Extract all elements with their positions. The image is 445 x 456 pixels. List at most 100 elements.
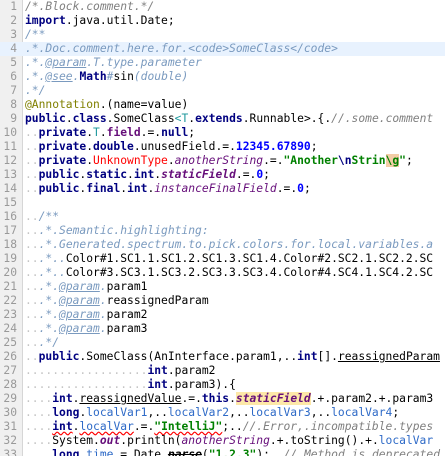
code-token: . [242,112,250,125]
code-text: public.class.SomeClass<T.extends.Runnabl… [25,112,433,126]
code-token: Runnable [249,112,304,125]
code-token: int [297,350,318,363]
code-token: ).{ [215,378,236,391]
code-line[interactable]: 33 ....long.time.=.Date.parse("1.2.3");..… [0,448,445,456]
code-token: public [25,112,66,125]
code-line[interactable]: 23 ...*.@param.param2 [0,308,445,322]
code-token: .................. [25,378,148,391]
code-line[interactable]: 9 public.class.SomeClass<T.extends.Runnab… [0,112,445,126]
code-line[interactable]: 27 ..................int.param2 [0,364,445,378]
line-number: 23 [3,308,17,321]
code-line[interactable]: 19 ...*..Color#1.SC1.1.SC1.2.SC1.3.SC1.4.… [0,252,445,266]
line-number: 12 [3,154,17,167]
code-token: .type.parameter [99,56,202,69]
code-line[interactable]: 24 ...*.@param.param3 [0,322,445,336]
code-token: public [38,350,80,363]
code-token: .*. [25,70,46,83]
code-line[interactable]: 25 ...*/ [0,336,445,350]
code-token: @Annotation [25,98,100,111]
code-token: ; [392,406,400,419]
code-token: anotherString [181,434,270,447]
code-line[interactable]: 13 ..public.static.int.staticField.=.0; [0,168,445,182]
code-token: ,.. [229,406,250,419]
code-line[interactable]: 10 ..private.T.field.=.null; [0,126,445,140]
code-token: []. [317,350,338,363]
code-token: field [106,126,141,139]
line-number: 19 [3,252,17,265]
code-text: ...*.@param.reassignedParam [25,294,209,308]
code-text: ..private.T.field.=.null; [25,126,195,140]
code-token: double [93,140,134,153]
code-text: ...*/ [25,336,59,350]
code-token: int [133,168,155,181]
line-number: 24 [3,322,17,335]
code-line[interactable]: 15 [0,196,445,210]
code-token: static [86,168,128,181]
code-token: param3 [174,378,216,391]
code-token: Color#3.SC3.1.SC3.2.SC3.3.SC3.4.Color#4.… [65,266,434,279]
code-token: .*.Doc.comment.here.for. [25,42,189,55]
code-token: . [167,364,175,377]
code-line[interactable]: 20 ...*..Color#3.SC3.1.SC3.2.SC3.3.SC3.4.… [0,266,445,280]
code-line[interactable]: 29 ....int.reassignedValue.=.this.staticF… [0,392,445,406]
code-token: UnknownType [93,154,168,167]
code-token: .. [25,182,39,195]
code-line[interactable]: 12 ..private.UnknownType.anotherString.=.… [0,154,445,168]
code-token: localVar2 [167,406,230,419]
code-line[interactable]: 21 ...*.@param.param1 [0,280,445,294]
code-text: ..public.final.int.instanceFinalField.=.… [25,182,311,196]
code-text: ..private.UnknownType.anotherString.=."A… [25,154,413,168]
code-text: /*.Block.comment.*/ [25,0,154,14]
code-token: int [147,378,168,391]
code-line[interactable]: 18 ...*.Generated.spectrum.to.pick.colors… [0,238,445,252]
code-line[interactable]: 7 .*/ [0,84,445,98]
code-token: class [72,112,107,125]
code-token: ; [188,126,196,139]
code-line[interactable]: 1 /*.Block.comment.*/ [0,0,445,14]
code-line[interactable]: 28 ..................int.param3).{ [0,378,445,392]
code-text: ..................int.param2 [25,364,215,378]
code-token: AnInterface [154,350,230,363]
code-line[interactable]: 6 .*.@see.Math#sin(double) [0,70,445,84]
code-editor[interactable]: 1/*.Block.comment.*/2 import.java.util.Da… [0,0,445,456]
code-token: Date [133,448,162,456]
code-line[interactable]: 31 ....int.localVar.=."IntelliJ";..//.Err… [0,420,445,434]
code-token: . [86,154,94,167]
code-token: localVar [79,420,134,433]
code-line[interactable]: 4 .*.Doc.comment.here.for.<code>SomeClass… [0,42,445,56]
code-token: int [52,392,73,405]
code-token: .*. [38,322,60,335]
code-token: //.some.comment [331,112,434,125]
code-text: ....int.reassignedValue.=.this.staticFie… [25,392,433,406]
code-token: .*.Generated.spectrum.to.pick.colors.for… [38,238,434,251]
code-line[interactable]: 32 ....System.out.println(anotherString.+… [0,434,445,448]
line-number: 27 [3,364,17,377]
code-token: .=. [215,140,236,153]
code-line[interactable]: 14 ..public.final.int.instanceFinalField.… [0,182,445,196]
code-line[interactable]: 5 .*.@param.T.type.parameter [0,56,445,70]
code-token: ; [303,182,311,195]
line-number: 7 [10,84,17,97]
code-token: <code> [188,42,230,55]
code-line[interactable]: 3 /** [0,28,445,42]
code-line[interactable]: 26 ..public.SomeClass(AnInterface.param1,… [0,350,445,364]
code-token: /*.Block.comment.*/ [25,0,155,13]
code-token: . [99,294,107,307]
code-line[interactable]: 17 ...*.Semantic.highlighting: [0,224,445,238]
code-token: unusedField [140,140,216,153]
code-line[interactable]: 8 @Annotation.(name=value) [0,98,445,112]
code-token: .. [25,294,39,307]
code-line[interactable]: 22 ...*.@param.reassignedParam [0,294,445,308]
code-line[interactable]: 16 ../** [0,210,445,224]
code-line[interactable]: 11 ..private.double.unusedField.=.12345.6… [0,140,445,154]
code-token: .. [25,252,39,265]
code-line[interactable]: 2 import.java.util.Date; [0,14,445,28]
code-token: .=. [181,392,202,405]
code-line[interactable]: 30 ....long.localVar1,..localVar2,..local… [0,406,445,420]
code-token: . [86,56,94,69]
line-number: 17 [3,224,17,237]
code-token: import [25,14,66,27]
code-token: .. [25,350,39,363]
code-token: @param [59,280,100,293]
code-token: /** [25,28,46,41]
